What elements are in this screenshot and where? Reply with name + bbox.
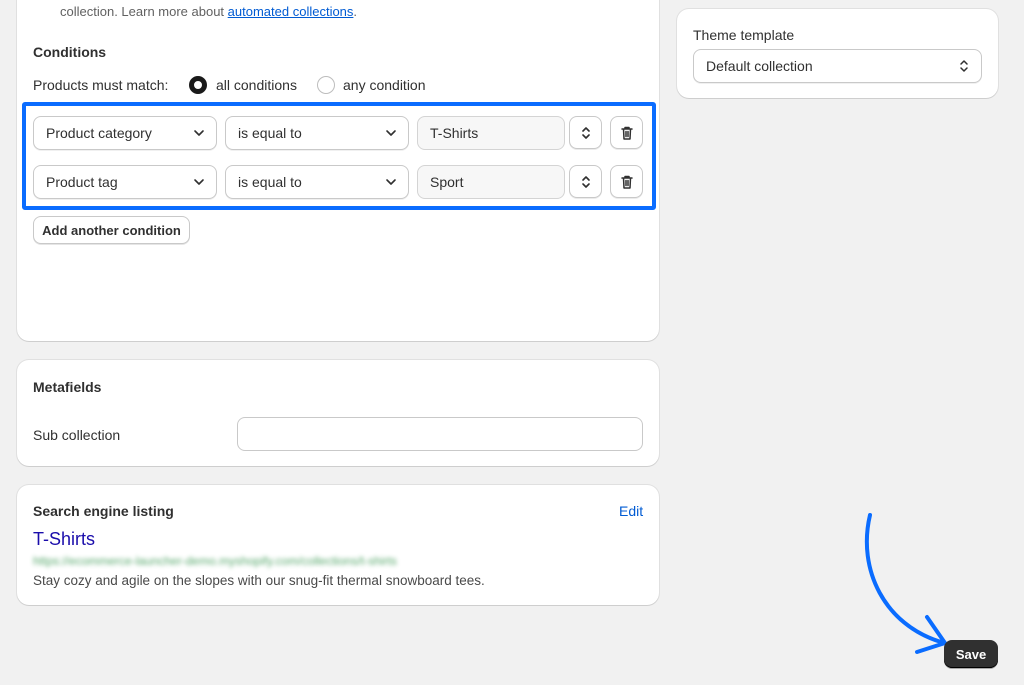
seo-edit-link[interactable]: Edit — [619, 503, 643, 519]
seo-url: https://ecommerce-launcher-demo.myshopif… — [33, 554, 397, 568]
theme-template-value: Default collection — [706, 58, 813, 74]
seo-section-title: Search engine listing — [33, 503, 174, 519]
all-conditions-radio[interactable] — [189, 76, 207, 94]
any-condition-radio[interactable] — [317, 76, 335, 94]
all-conditions-label[interactable]: all conditions — [216, 77, 297, 93]
seo-page-title: T-Shirts — [33, 529, 96, 549]
any-condition-label[interactable]: any condition — [343, 77, 426, 93]
theme-template-label: Theme template — [693, 27, 795, 43]
add-condition-button[interactable]: Add another condition — [33, 216, 190, 244]
seo-description: Stay cozy and agile on the slopes with o… — [33, 573, 485, 588]
metafields-title: Metafields — [33, 379, 102, 395]
conditions-highlight-annotation — [22, 102, 656, 210]
save-button[interactable]: Save — [944, 640, 998, 668]
sub-collection-input[interactable] — [237, 417, 643, 451]
match-label: Products must match: — [33, 77, 169, 93]
annotation-arrow — [864, 513, 947, 654]
selector-icon — [960, 60, 968, 72]
automated-collections-link[interactable]: automated collections — [228, 4, 354, 19]
conditions-title: Conditions — [33, 44, 107, 60]
sub-collection-label: Sub collection — [33, 427, 121, 443]
theme-template-select[interactable]: Default collection — [693, 49, 982, 83]
intro-text: collection. Learn more about automated c… — [60, 4, 358, 19]
